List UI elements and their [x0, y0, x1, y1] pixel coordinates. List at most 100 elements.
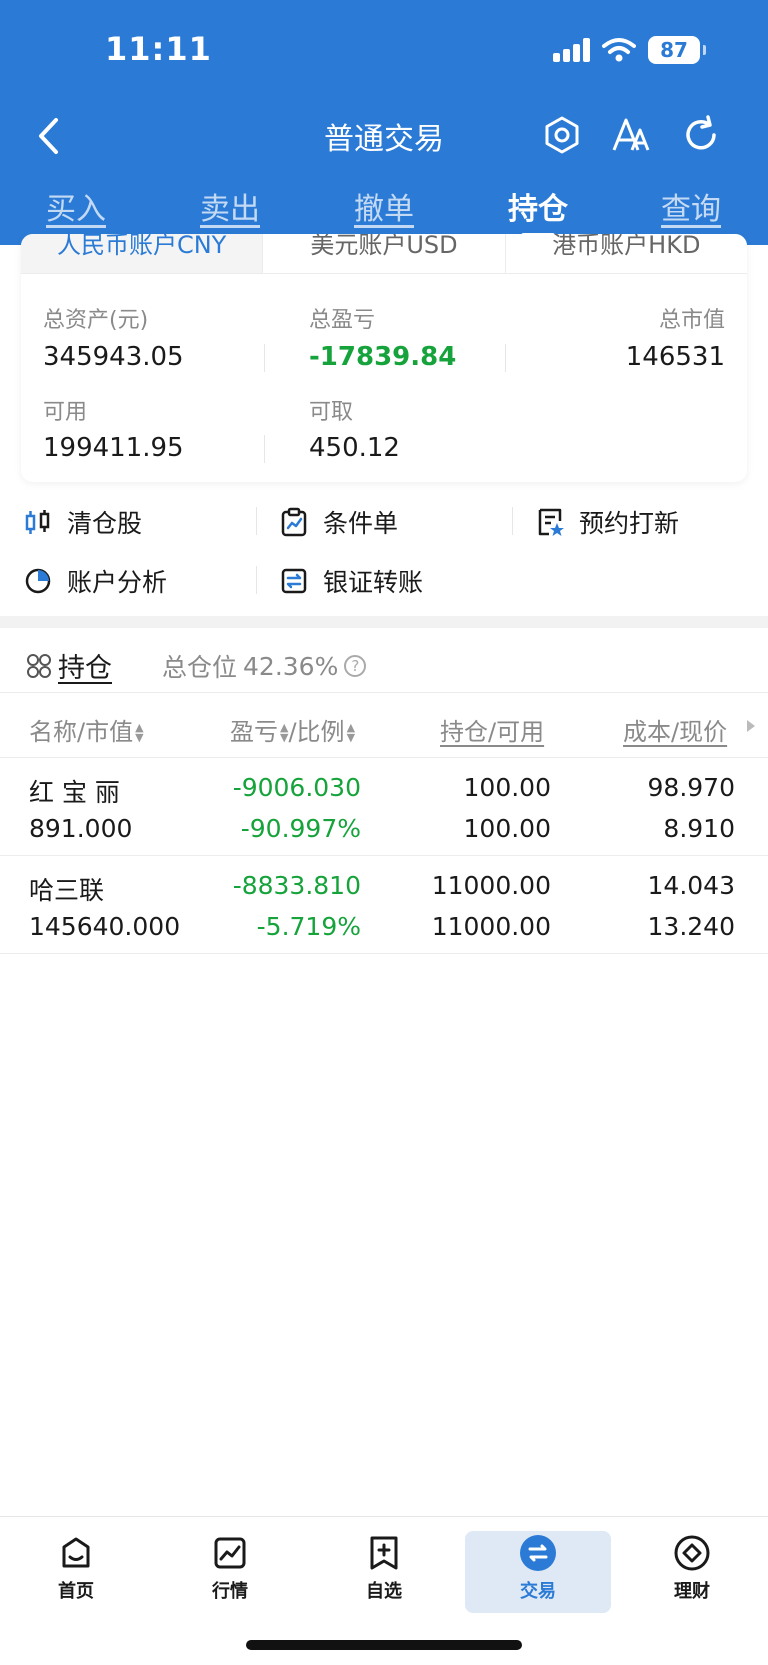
column-header-name[interactable]: 名称/市值 ▲ ▼	[29, 712, 144, 747]
tab-sell[interactable]: 卖出	[200, 184, 260, 228]
font-size-icon[interactable]	[610, 114, 652, 156]
stock-position: 11000.00	[431, 871, 551, 900]
stock-cost: 14.043	[647, 871, 735, 900]
action-label: 预约打新	[579, 509, 680, 538]
total-pnl-label: 总盈亏	[309, 308, 376, 333]
divider	[256, 507, 257, 535]
help-icon[interactable]: ?	[344, 655, 367, 677]
column-header-position[interactable]: 持仓/可用	[440, 712, 544, 747]
tab-positions[interactable]: 持仓	[508, 184, 568, 238]
column-header-cost[interactable]: 成本/现价	[623, 712, 727, 747]
wealth-icon	[674, 1535, 710, 1571]
action-label: 条件单	[323, 509, 399, 538]
stock-pnl: -9006.030	[232, 773, 361, 802]
holdings-title[interactable]: 持仓	[26, 646, 112, 685]
available-value: 199411.95	[43, 433, 184, 463]
home-icon	[62, 1537, 90, 1568]
sort-icon: ▲ ▼	[346, 721, 356, 744]
action-clear-stocks[interactable]: 清仓股	[23, 504, 142, 540]
pie-chart-icon	[25, 568, 51, 594]
refresh-icon[interactable]	[680, 114, 722, 156]
stock-price: 8.910	[663, 814, 735, 843]
column-label: 盈亏	[230, 718, 278, 746]
position-ratio-value: 42.36%	[243, 651, 339, 681]
divider	[0, 953, 768, 954]
stock-price: 13.240	[647, 912, 735, 941]
action-label: 账户分析	[67, 568, 168, 597]
tab-query[interactable]: 查询	[661, 184, 721, 228]
tab-cancel[interactable]: 撤单	[354, 184, 414, 228]
settings-hexagon-icon[interactable]	[541, 114, 583, 156]
status-time: 11:11	[105, 30, 212, 68]
status-icons: 87	[553, 36, 706, 64]
nav-trade[interactable]: 交易	[465, 1531, 611, 1613]
bookmark-plus-icon	[370, 1536, 398, 1570]
column-header-pnl[interactable]: 盈亏 ▲ ▼/比例 ▲ ▼	[230, 712, 355, 747]
nav-home[interactable]: 首页	[3, 1531, 149, 1613]
divider	[0, 692, 768, 693]
chart-icon	[214, 1537, 246, 1569]
stock-position: 100.00	[463, 773, 551, 802]
action-account-analysis[interactable]: 账户分析	[23, 563, 167, 599]
withdrawable-value: 450.12	[309, 433, 400, 463]
header: 11:11 87 普通交易 买入 卖出 撤单 持仓 查询	[0, 0, 768, 245]
candlestick-icon	[25, 510, 50, 534]
stock-pnl-pct: -5.719%	[256, 912, 361, 941]
divider	[505, 344, 506, 372]
stock-available: 11000.00	[431, 912, 551, 941]
nav-market[interactable]: 行情	[157, 1531, 303, 1613]
action-bank-transfer[interactable]: 银证转账	[279, 563, 423, 599]
account-tab-usd[interactable]: 美元账户USD	[263, 234, 506, 273]
column-label: /比例	[288, 718, 345, 746]
nav-label: 行情	[212, 1581, 248, 1602]
nav-label: 首页	[58, 1581, 94, 1602]
divider	[264, 344, 265, 372]
account-card: 人民币账户CNY 美元账户USD 港币账户HKD 总资产(元) 345943.0…	[21, 234, 747, 482]
account-tab-hkd[interactable]: 港币账户HKD	[505, 234, 747, 273]
sort-icon: ▲ ▼	[135, 721, 144, 744]
divider	[512, 507, 513, 535]
clipboard-chart-icon	[281, 507, 307, 537]
home-indicator	[246, 1640, 522, 1650]
available-label: 可用	[43, 400, 88, 425]
account-tabs: 人民币账户CNY 美元账户USD 港币账户HKD	[21, 234, 747, 274]
tab-buy[interactable]: 买入	[46, 184, 106, 228]
total-assets-value: 345943.05	[43, 342, 184, 372]
position-ratio: 总仓位 42.36% ?	[162, 648, 367, 684]
holdings-title-label: 持仓	[58, 653, 112, 684]
nav-label: 理财	[674, 1581, 710, 1602]
divider	[0, 855, 768, 856]
market-value-value: 146531	[625, 342, 725, 372]
grid-icon	[27, 653, 51, 678]
stock-cost: 98.970	[647, 773, 735, 802]
nav-watchlist[interactable]: 自选	[311, 1531, 457, 1613]
action-ipo-reservation[interactable]: 预约打新	[535, 504, 679, 540]
nav-wealth[interactable]: 理财	[619, 1531, 765, 1613]
stock-market-value: 145640.000	[29, 912, 181, 941]
nav-label: 交易	[520, 1581, 556, 1602]
column-label: 名称/市值	[29, 718, 134, 746]
stock-name: 哈三联	[29, 876, 105, 905]
wifi-icon	[602, 38, 636, 62]
stock-name: 红 宝 丽	[29, 778, 120, 807]
document-star-icon	[538, 508, 564, 536]
stock-market-value: 891.000	[29, 814, 133, 843]
nav-label: 自选	[366, 1581, 402, 1602]
account-tab-cny[interactable]: 人民币账户CNY	[21, 234, 264, 273]
action-label: 清仓股	[67, 509, 143, 538]
action-label: 银证转账	[323, 568, 424, 597]
total-pnl-value: -17839.84	[309, 342, 457, 372]
divider	[256, 566, 257, 594]
stock-pnl-pct: -90.997%	[240, 814, 361, 843]
trade-exchange-icon	[520, 1535, 556, 1571]
section-separator	[0, 616, 768, 628]
divider	[264, 435, 265, 463]
action-conditional-order[interactable]: 条件单	[279, 504, 398, 540]
transfer-icon	[281, 568, 307, 594]
scroll-right-icon[interactable]	[745, 718, 757, 734]
stock-pnl: -8833.810	[232, 871, 361, 900]
battery-icon: 87	[648, 36, 706, 64]
total-assets-label: 总资产(元)	[43, 308, 149, 333]
stock-available: 100.00	[463, 814, 551, 843]
page-title: 普通交易	[324, 122, 444, 157]
